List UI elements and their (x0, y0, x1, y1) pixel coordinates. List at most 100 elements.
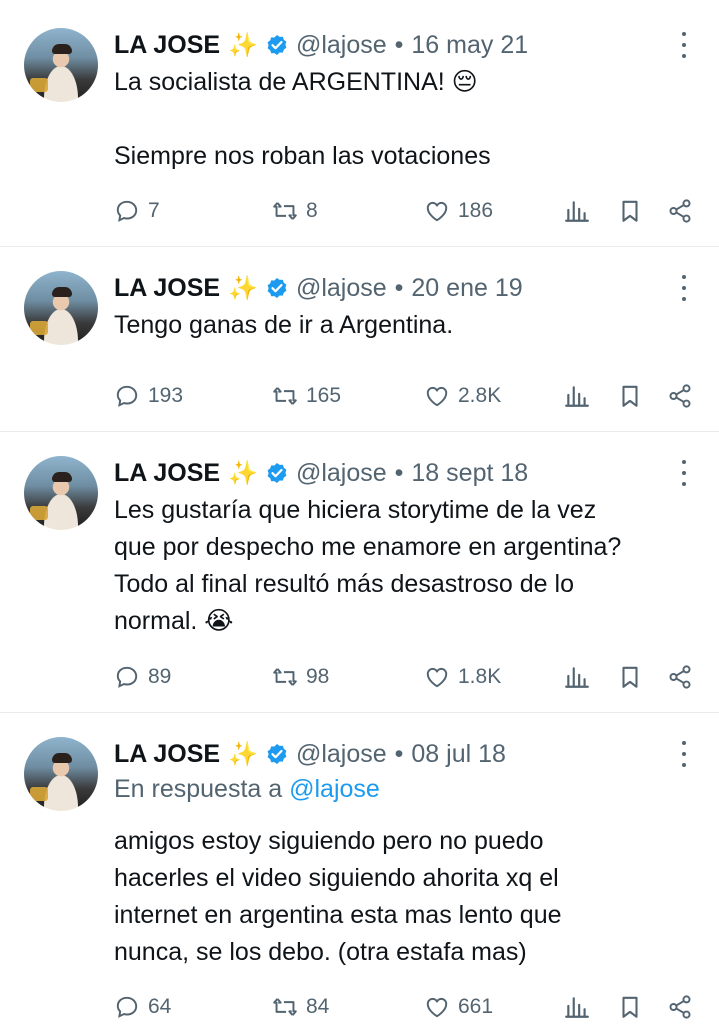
like-button[interactable]: 661 (424, 992, 493, 1022)
bookmark-icon[interactable] (616, 196, 644, 226)
reply-count: 7 (148, 199, 160, 222)
retweet-count: 8 (306, 199, 318, 222)
sparkle-emoji: ✨ (228, 740, 258, 768)
reply-context: En respuesta a @lajose (114, 775, 380, 804)
tweet-line: Les gustaría que hiciera storytime de la… (114, 496, 597, 524)
reply-icon (116, 666, 138, 688)
views-icon[interactable] (563, 381, 591, 411)
author-name[interactable]: LA JOSE (114, 31, 220, 60)
verified-badge-icon (266, 277, 288, 299)
tweet-text: amigos estoy siguiendo pero no puedo hac… (114, 823, 674, 971)
reply-button[interactable]: 64 (114, 992, 171, 1022)
avatar[interactable] (24, 271, 98, 345)
separator-dot: • (394, 739, 404, 768)
like-count: 1.8K (458, 665, 502, 688)
share-icon[interactable] (666, 992, 694, 1022)
avatar[interactable] (24, 456, 98, 530)
retweet-count: 84 (306, 995, 330, 1018)
reply-button[interactable]: 89 (114, 662, 171, 692)
separator-dot: • (394, 458, 404, 487)
share-icon[interactable] (666, 381, 694, 411)
more-icon[interactable] (679, 32, 689, 58)
tweet-text: Tengo ganas de ir a Argentina. (114, 307, 674, 344)
tweet-feed: LA JOSE ✨ @lajose • 16 may 21 La sociali… (0, 0, 719, 1034)
views-icon[interactable] (563, 992, 591, 1022)
verified-badge-icon (266, 34, 288, 56)
tweet-line: Siempre nos roban las votaciones (114, 142, 491, 170)
tweet[interactable]: LA JOSE ✨ @lajose • 20 ene 19 Tengo gana… (0, 247, 719, 432)
tweet-line: amigos estoy siguiendo pero no puedo (114, 827, 544, 855)
views-icon[interactable] (563, 662, 591, 692)
tweet-header: LA JOSE ✨ @lajose • 08 jul 18 (114, 737, 506, 771)
reply-button[interactable]: 193 (114, 381, 183, 411)
separator-dot: • (394, 273, 404, 302)
tweet-line: hacerles el video siguiendo ahorita xq e… (114, 864, 559, 892)
retweet-button[interactable]: 98 (272, 662, 329, 692)
retweet-button[interactable]: 84 (272, 992, 329, 1022)
retweet-count: 98 (306, 665, 330, 688)
reply-count: 89 (148, 665, 172, 688)
tweet-header: LA JOSE ✨ @lajose • 20 ene 19 (114, 271, 523, 305)
tweet-date[interactable]: 20 ene 19 (411, 274, 522, 303)
like-button[interactable]: 2.8K (424, 381, 501, 411)
like-count: 186 (458, 199, 494, 222)
tweet-line: Todo al final resultó más desastroso de … (114, 570, 574, 598)
sparkle-emoji: ✨ (228, 31, 258, 59)
tweet-header: LA JOSE ✨ @lajose • 18 sept 18 (114, 456, 528, 490)
retweet-icon (273, 387, 297, 405)
author-name[interactable]: LA JOSE (114, 740, 220, 769)
reply-count: 193 (148, 384, 184, 407)
author-name[interactable]: LA JOSE (114, 274, 220, 303)
like-icon (426, 386, 448, 407)
action-bar: 64 84 661 (114, 992, 699, 1022)
reply-button[interactable]: 7 (114, 196, 160, 226)
action-bar: 7 8 186 (114, 196, 699, 226)
retweet-button[interactable]: 165 (272, 381, 341, 411)
more-icon[interactable] (679, 460, 689, 486)
verified-badge-icon (266, 743, 288, 765)
retweet-count: 165 (306, 384, 342, 407)
tweet-text: La socialista de ARGENTINA! 😔 Siempre no… (114, 64, 674, 175)
action-bar: 89 98 1.8K (114, 662, 699, 692)
tweet-line: La socialista de ARGENTINA! 😔 (114, 68, 478, 96)
bookmark-icon[interactable] (616, 992, 644, 1022)
retweet-icon (273, 202, 297, 220)
views-icon[interactable] (563, 196, 591, 226)
share-icon[interactable] (666, 196, 694, 226)
retweet-icon (273, 668, 297, 686)
author-name[interactable]: LA JOSE (114, 459, 220, 488)
reply-mention-link[interactable]: @lajose (289, 775, 380, 803)
tweet-date[interactable]: 18 sept 18 (411, 459, 528, 488)
verified-badge-icon (266, 462, 288, 484)
author-handle[interactable]: @lajose (296, 740, 387, 769)
like-button[interactable]: 1.8K (424, 662, 501, 692)
tweet-date[interactable]: 08 jul 18 (411, 740, 506, 769)
share-icon[interactable] (666, 662, 694, 692)
tweet[interactable]: LA JOSE ✨ @lajose • 16 may 21 La sociali… (0, 0, 719, 247)
retweet-button[interactable]: 8 (272, 196, 318, 226)
tweet-date[interactable]: 16 may 21 (411, 31, 528, 60)
tweet-line: Tengo ganas de ir a Argentina. (114, 311, 454, 339)
bookmark-icon[interactable] (616, 662, 644, 692)
more-icon[interactable] (679, 741, 689, 767)
reply-icon (116, 385, 138, 407)
sparkle-emoji: ✨ (228, 274, 258, 302)
tweet[interactable]: LA JOSE ✨ @lajose • 08 jul 18 En respues… (0, 713, 719, 1034)
tweet-text: Les gustaría que hiciera storytime de la… (114, 492, 674, 640)
tweet-line: normal. 😭 (114, 607, 234, 635)
author-handle[interactable]: @lajose (296, 274, 387, 303)
bookmark-icon[interactable] (616, 381, 644, 411)
author-handle[interactable]: @lajose (296, 31, 387, 60)
like-button[interactable]: 186 (424, 196, 493, 226)
author-handle[interactable]: @lajose (296, 459, 387, 488)
tweet[interactable]: LA JOSE ✨ @lajose • 18 sept 18 Les gusta… (0, 432, 719, 713)
like-icon (426, 667, 448, 688)
tweet-line (114, 101, 674, 138)
reply-prefix: En respuesta a (114, 775, 283, 803)
more-icon[interactable] (679, 275, 689, 301)
sparkle-emoji: ✨ (228, 459, 258, 487)
avatar[interactable] (24, 737, 98, 811)
reply-icon (116, 200, 138, 222)
like-icon (426, 997, 448, 1018)
avatar[interactable] (24, 28, 98, 102)
